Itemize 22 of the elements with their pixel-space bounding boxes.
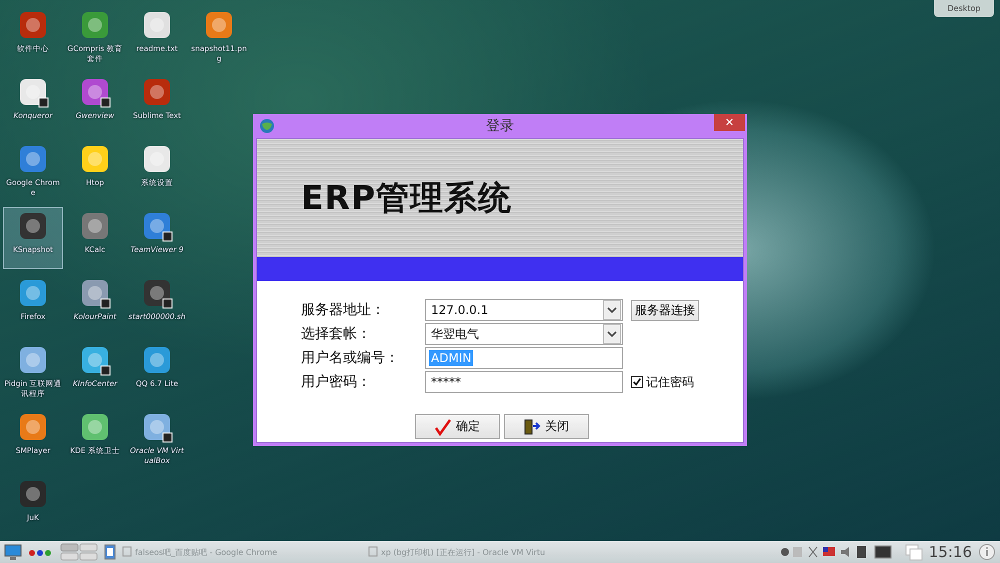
desktop-button[interactable]: Desktop bbox=[934, 0, 994, 17]
field-label: 服务器地址： bbox=[301, 301, 386, 320]
checkmark-icon bbox=[434, 418, 452, 436]
field-label: 用户名或编号： bbox=[301, 349, 400, 368]
checkbox[interactable] bbox=[631, 376, 643, 388]
banner-title: ERP管理系统 bbox=[301, 176, 512, 218]
ok-button[interactable]: 确定 bbox=[414, 414, 500, 439]
clock: 15:16 bbox=[928, 543, 972, 561]
field-label: 选择套帐： bbox=[301, 325, 372, 344]
dropdown[interactable]: 127.0.0.1 bbox=[425, 299, 623, 321]
close-button[interactable]: ✕ bbox=[714, 114, 745, 131]
monitor-icon[interactable] bbox=[4, 543, 22, 561]
calendar-icon[interactable] bbox=[104, 543, 116, 561]
field-label: 用户密码： bbox=[301, 373, 372, 392]
close-button[interactable]: 关闭 bbox=[504, 414, 588, 439]
connect-button[interactable]: 服务器连接 bbox=[631, 300, 699, 321]
door-icon bbox=[523, 418, 541, 436]
dialog-title: 登录 bbox=[486, 118, 514, 134]
password-field[interactable]: ***** bbox=[425, 371, 623, 393]
globe-icon bbox=[259, 118, 275, 134]
dropdown[interactable]: 华翌电气 bbox=[425, 323, 623, 345]
checkbox-label: 记住密码 bbox=[646, 374, 694, 390]
